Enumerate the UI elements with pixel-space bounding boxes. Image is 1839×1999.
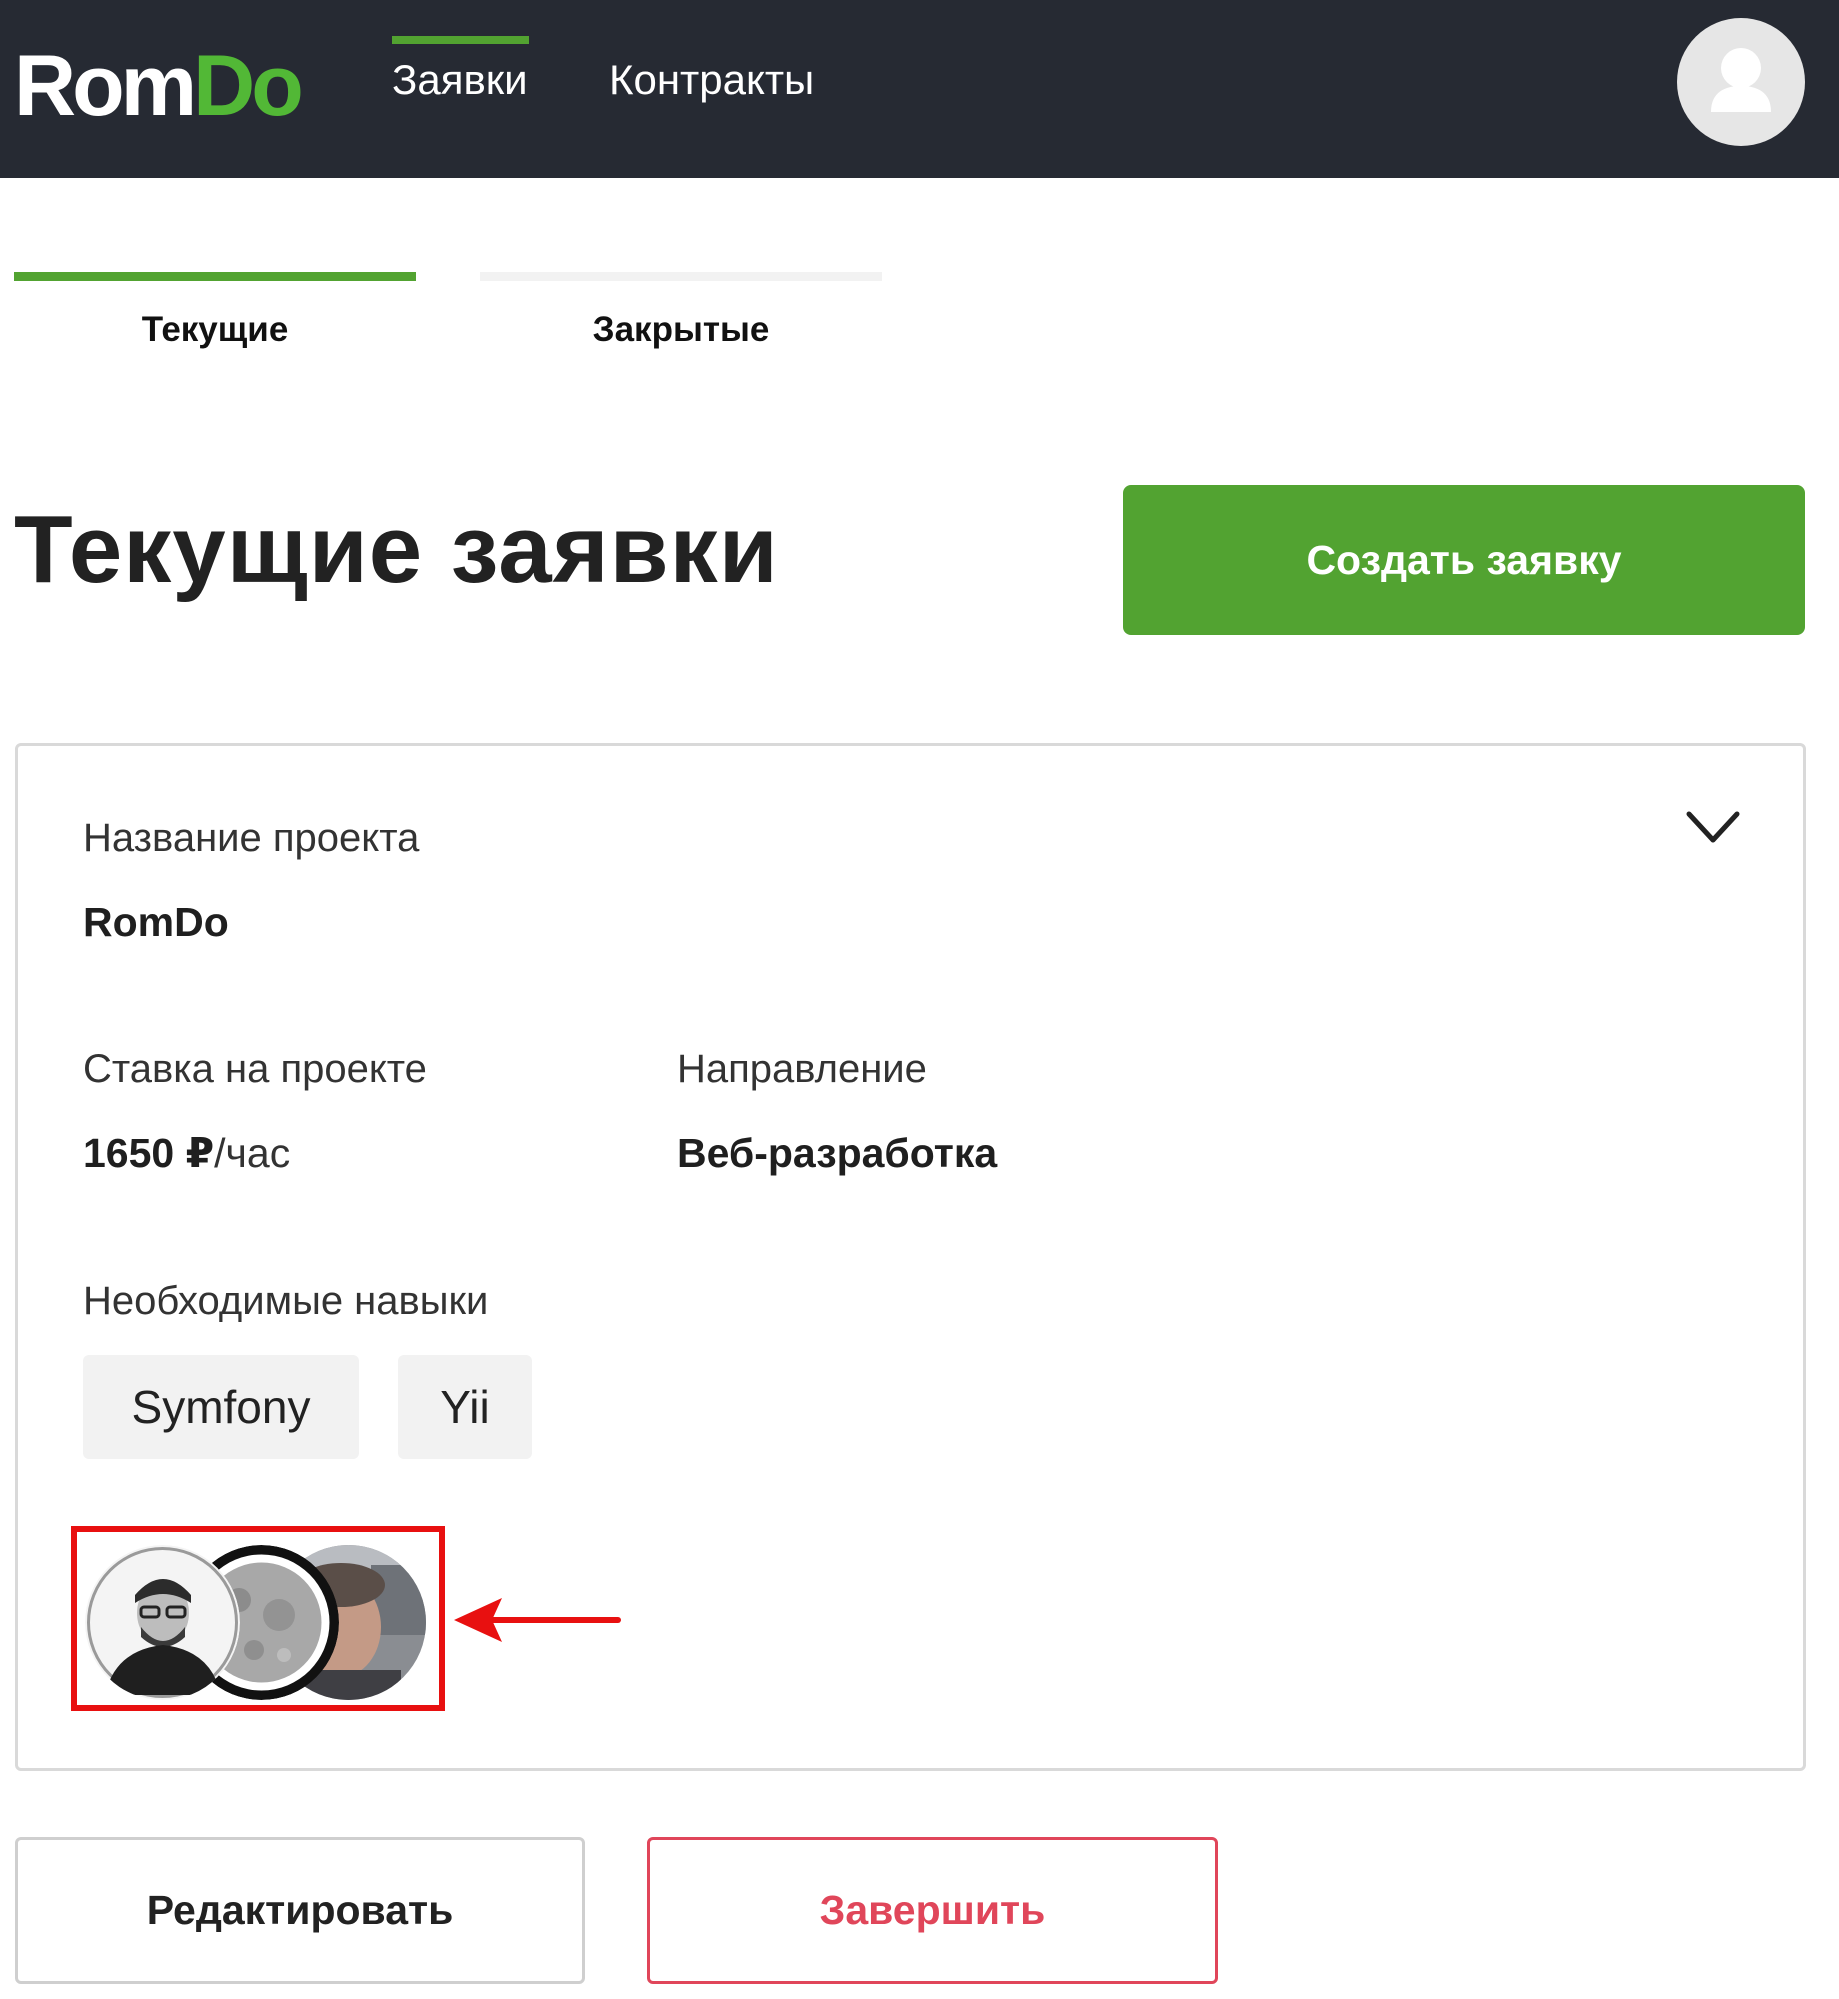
tab-closed[interactable]: Закрытые <box>480 272 882 362</box>
rate-label: Ставка на проекте <box>83 1047 427 1091</box>
create-request-button[interactable]: Создать заявку <box>1123 485 1805 635</box>
page-title: Текущие заявки <box>14 496 779 603</box>
tab-current[interactable]: Текущие <box>14 272 416 362</box>
logo-text-do: Do <box>193 38 304 134</box>
arrow-left-icon <box>454 1598 621 1642</box>
rate-amount: 1650 ₽ <box>83 1130 215 1176</box>
nav-item-requests[interactable]: Заявки <box>392 54 528 106</box>
tab-current-label: Текущие <box>141 310 289 349</box>
romdo-logo[interactable]: RomDo <box>14 36 304 136</box>
edit-button[interactable]: Редактировать <box>15 1837 585 1984</box>
direction-value: Веб-разработка <box>677 1130 998 1176</box>
tab-current-indicator <box>14 272 416 281</box>
skill-chip-symfony: Symfony <box>83 1355 359 1459</box>
chevron-down-icon[interactable] <box>1685 808 1741 848</box>
user-icon <box>1711 48 1771 112</box>
project-name-label: Название проекта <box>83 816 420 860</box>
direction-label: Направление <box>677 1047 927 1091</box>
project-name-value: RomDo <box>83 899 229 945</box>
rate-value: 1650 ₽/час <box>83 1127 290 1179</box>
nav-item-contracts[interactable]: Контракты <box>609 54 814 106</box>
user-avatar-button[interactable] <box>1677 18 1805 146</box>
rate-unit: /час <box>214 1130 291 1176</box>
tab-closed-indicator <box>480 272 882 281</box>
finish-button[interactable]: Завершить <box>647 1837 1218 1984</box>
participants-highlight-box <box>71 1526 445 1711</box>
skill-chip-yii: Yii <box>398 1355 532 1459</box>
skills-label: Необходимые навыки <box>83 1279 489 1323</box>
tab-closed-label: Закрытые <box>592 310 770 349</box>
top-navigation-bar: RomDo Заявки Контракты <box>0 0 1839 178</box>
nav-active-indicator <box>392 36 529 44</box>
logo-text-rom: Rom <box>14 38 197 134</box>
